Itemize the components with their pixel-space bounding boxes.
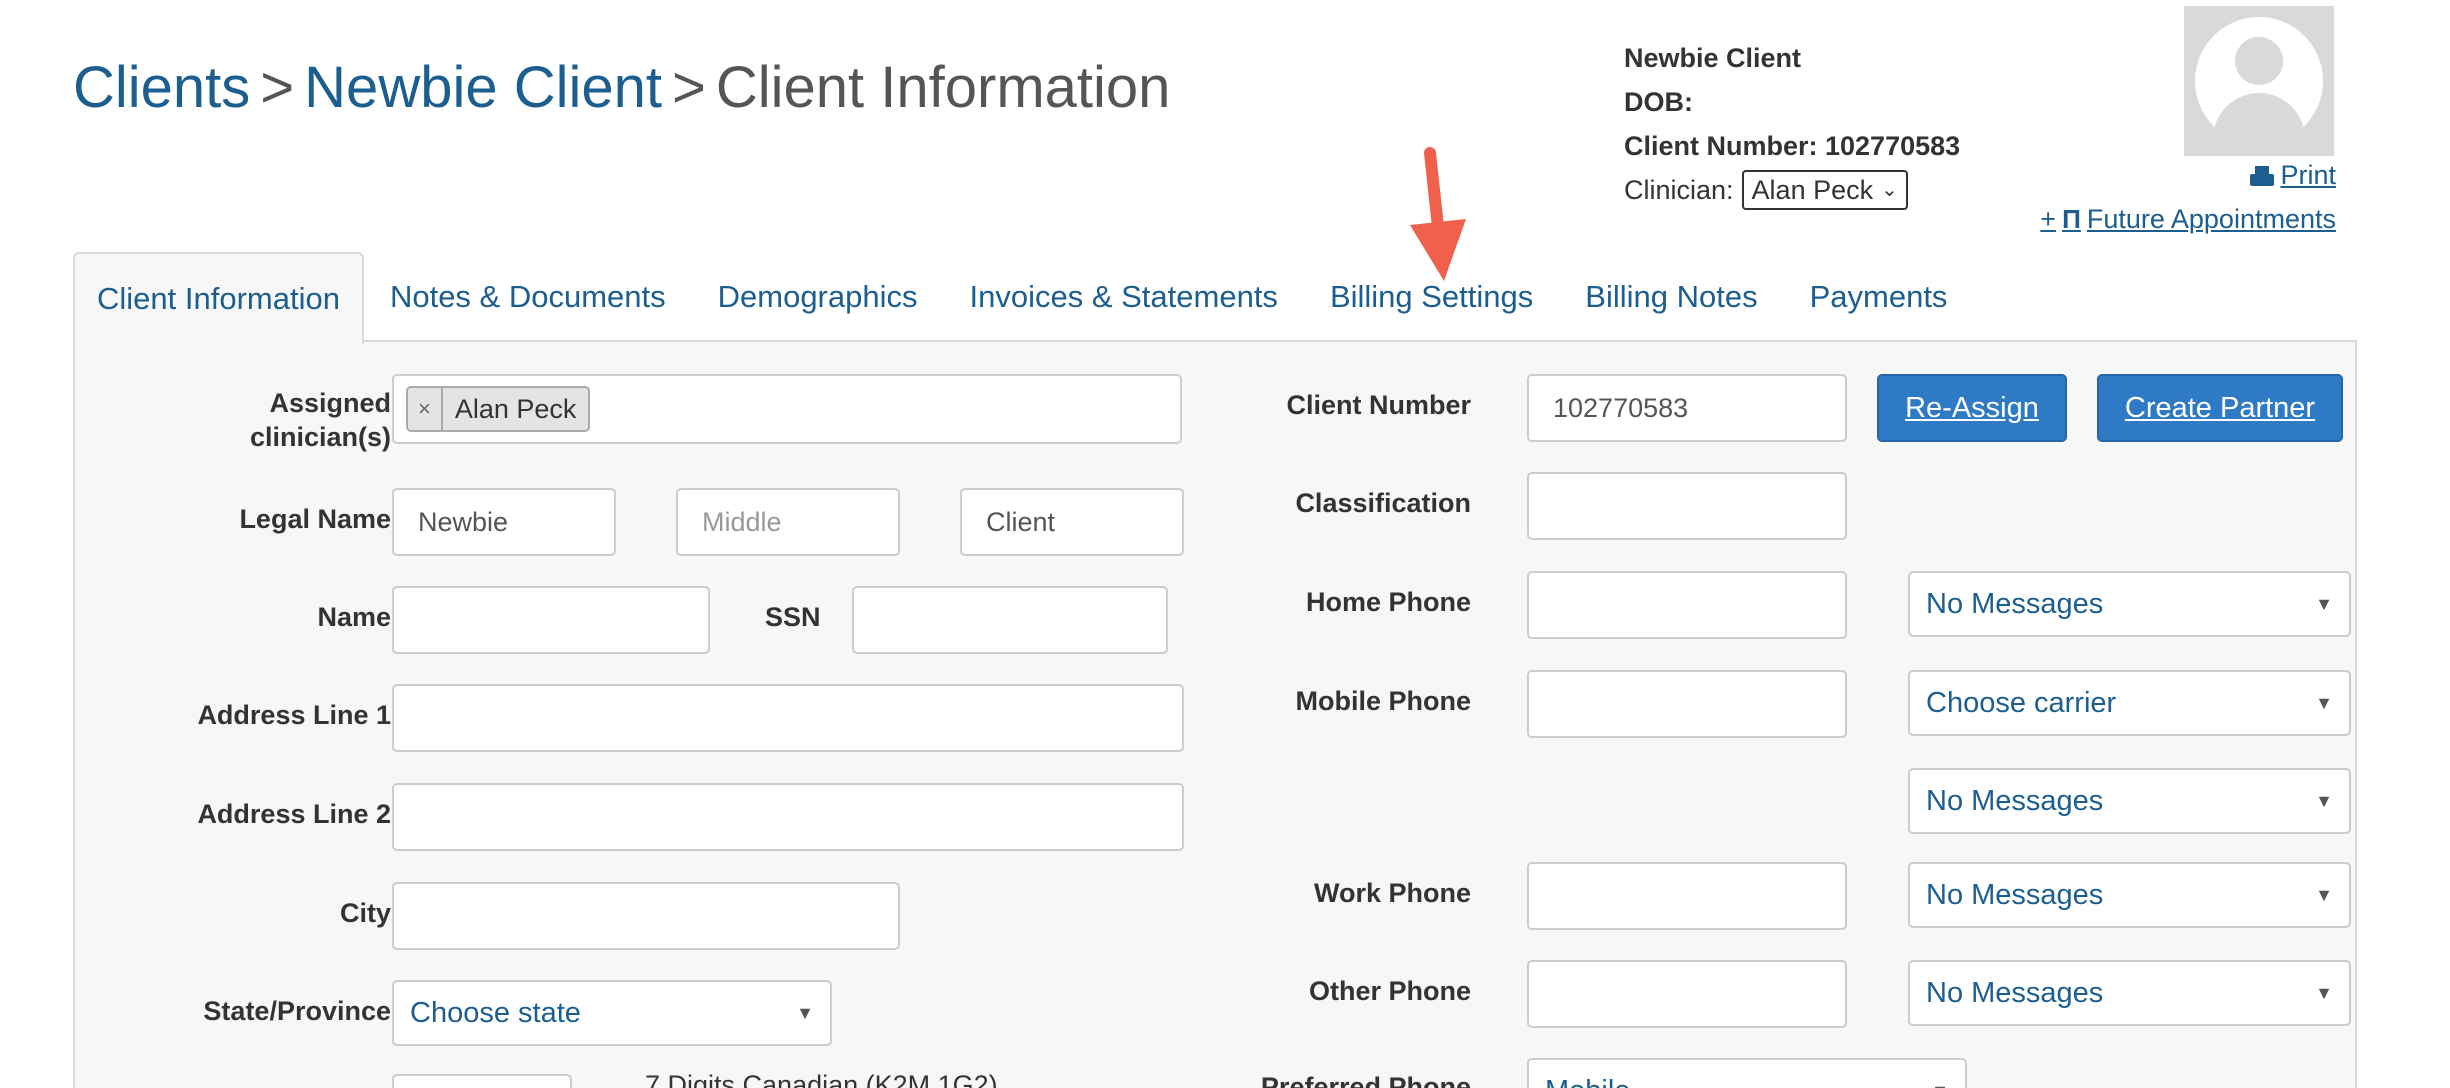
caret-down-icon: ▼: [1931, 1081, 1949, 1088]
printer-icon: [2250, 165, 2275, 186]
clinician-select-value: Alan Peck: [1751, 175, 1874, 205]
page-title: Client Information: [715, 55, 1171, 120]
other-phone-input[interactable]: [1527, 960, 1847, 1028]
dob-label: DOB:: [1624, 87, 1693, 117]
tab-payments[interactable]: Payments: [1784, 252, 1974, 342]
breadcrumb: Clients > Newbie Client > Client Information: [73, 52, 1170, 124]
ssn-input[interactable]: [852, 586, 1168, 654]
home-phone-messages-value: No Messages: [1926, 587, 2104, 620]
first-name-input[interactable]: Newbie: [392, 488, 616, 556]
clinician-tag: × Alan Peck: [406, 386, 591, 432]
remove-tag-icon[interactable]: ×: [408, 388, 443, 430]
other-phone-messages-value: No Messages: [1926, 976, 2104, 1009]
classification-label: Classification: [1295, 488, 1471, 518]
address-line-2-input[interactable]: [392, 783, 1184, 851]
name-input[interactable]: [392, 586, 710, 654]
caret-down-icon: ▼: [2315, 790, 2333, 811]
clinician-row: Clinician: Alan Peck ⌄: [1624, 168, 1960, 212]
client-summary: Newbie Client DOB: Client Number: 102770…: [1624, 36, 1960, 212]
caret-down-icon: ▼: [2315, 692, 2333, 713]
preferred-phone-label: Preferred Phone: [1260, 1072, 1471, 1088]
clinician-label: Clinician:: [1624, 175, 1734, 205]
middle-name-input[interactable]: Middle: [676, 488, 900, 556]
address-line-1-label: Address Line 1: [197, 700, 391, 730]
mobile-carrier-value: Choose carrier: [1926, 686, 2117, 719]
tab-invoices-statements[interactable]: Invoices & Statements: [944, 252, 1304, 342]
work-phone-messages-value: No Messages: [1926, 878, 2104, 911]
caret-down-icon: ▼: [2315, 884, 2333, 905]
chevron-down-icon: ⌄: [1881, 179, 1898, 201]
reassign-button[interactable]: Re-Assign: [1877, 374, 2067, 442]
breadcrumb-client-link[interactable]: Newbie Client: [304, 55, 662, 120]
clinician-tag-label: Alan Peck: [454, 393, 577, 424]
tab-client-information[interactable]: Client Information: [73, 252, 364, 344]
clinician-select[interactable]: Alan Peck ⌄: [1741, 170, 1908, 210]
tab-billing-notes[interactable]: Billing Notes: [1559, 252, 1783, 342]
zip-input[interactable]: [392, 1074, 572, 1088]
legal-name-label: Legal Name: [239, 504, 391, 534]
other-phone-messages-select[interactable]: No Messages ▼: [1908, 960, 2351, 1026]
work-phone-label: Work Phone: [1313, 878, 1471, 908]
zip-hint: 7 Digits Canadian (K2M 1G2): [645, 1070, 998, 1088]
city-label: City: [339, 898, 391, 928]
client-name: Newbie Client: [1624, 43, 1802, 73]
tab-notes-documents[interactable]: Notes & Documents: [364, 252, 692, 342]
plus-icon: +: [2040, 204, 2057, 234]
assigned-clinicians-field[interactable]: × Alan Peck: [392, 374, 1182, 444]
mobile-phone-messages-value: No Messages: [1926, 784, 2104, 817]
assigned-clinicians-label: Assigned clinician(s): [135, 386, 391, 454]
create-partner-button[interactable]: Create Partner: [2097, 374, 2343, 442]
last-name-input[interactable]: Client: [960, 488, 1184, 556]
caret-down-icon: ▼: [2315, 593, 2333, 614]
mobile-phone-input[interactable]: [1527, 670, 1847, 738]
caret-down-icon: ▼: [796, 1002, 814, 1023]
user-silhouette-icon: [2195, 17, 2323, 145]
other-phone-label: Other Phone: [1308, 976, 1471, 1006]
breadcrumb-separator: >: [260, 55, 295, 120]
home-phone-messages-select[interactable]: No Messages ▼: [1908, 571, 2351, 637]
print-link[interactable]: Print: [2250, 160, 2336, 191]
tab-demographics[interactable]: Demographics: [692, 252, 944, 342]
state-province-label: State/Province: [203, 996, 391, 1026]
preferred-phone-select[interactable]: Mobile ▼: [1527, 1058, 1967, 1088]
state-select-value: Choose state: [410, 996, 581, 1029]
address-line-2-label: Address Line 2: [197, 799, 391, 829]
client-information-panel: Assigned clinician(s) × Alan Peck Legal …: [73, 340, 2357, 1088]
ssn-label: SSN: [765, 602, 821, 632]
breadcrumb-separator: >: [672, 55, 706, 120]
tab-bar: Client Information Notes & Documents Dem…: [73, 252, 1974, 344]
work-phone-input[interactable]: [1527, 862, 1847, 930]
classification-input[interactable]: [1527, 472, 1847, 540]
assigned-label-line1: Assigned: [269, 388, 391, 418]
client-number-input[interactable]: 102770583: [1527, 374, 1847, 442]
caret-down-icon: ▼: [2315, 982, 2333, 1003]
annotation-arrow-icon: [1410, 147, 1466, 281]
state-select[interactable]: Choose state ▼: [392, 980, 832, 1046]
breadcrumb-clients-link[interactable]: Clients: [73, 55, 250, 120]
print-label: Print: [2280, 160, 2336, 190]
mobile-carrier-select[interactable]: Choose carrier ▼: [1908, 670, 2351, 736]
client-number-summary: Client Number: 102770583: [1624, 131, 1961, 161]
mobile-phone-messages-select[interactable]: No Messages ▼: [1908, 768, 2351, 834]
avatar: [2184, 6, 2334, 156]
future-appointments-link[interactable]: + Π Future Appointments: [2040, 204, 2336, 235]
home-phone-input[interactable]: [1527, 571, 1847, 639]
city-input[interactable]: [392, 882, 900, 950]
name-label: Name: [317, 602, 391, 632]
road-icon: Π: [2062, 204, 2081, 234]
preferred-phone-value: Mobile: [1545, 1075, 1630, 1088]
assigned-label-line2: clinician(s): [249, 422, 391, 452]
home-phone-label: Home Phone: [1305, 587, 1471, 617]
address-line-1-input[interactable]: [392, 684, 1184, 752]
mobile-phone-label: Mobile Phone: [1295, 686, 1472, 716]
client-number-label: Client Number: [1286, 390, 1471, 420]
future-appointments-label: Future Appointments: [2086, 204, 2336, 234]
work-phone-messages-select[interactable]: No Messages ▼: [1908, 862, 2351, 928]
